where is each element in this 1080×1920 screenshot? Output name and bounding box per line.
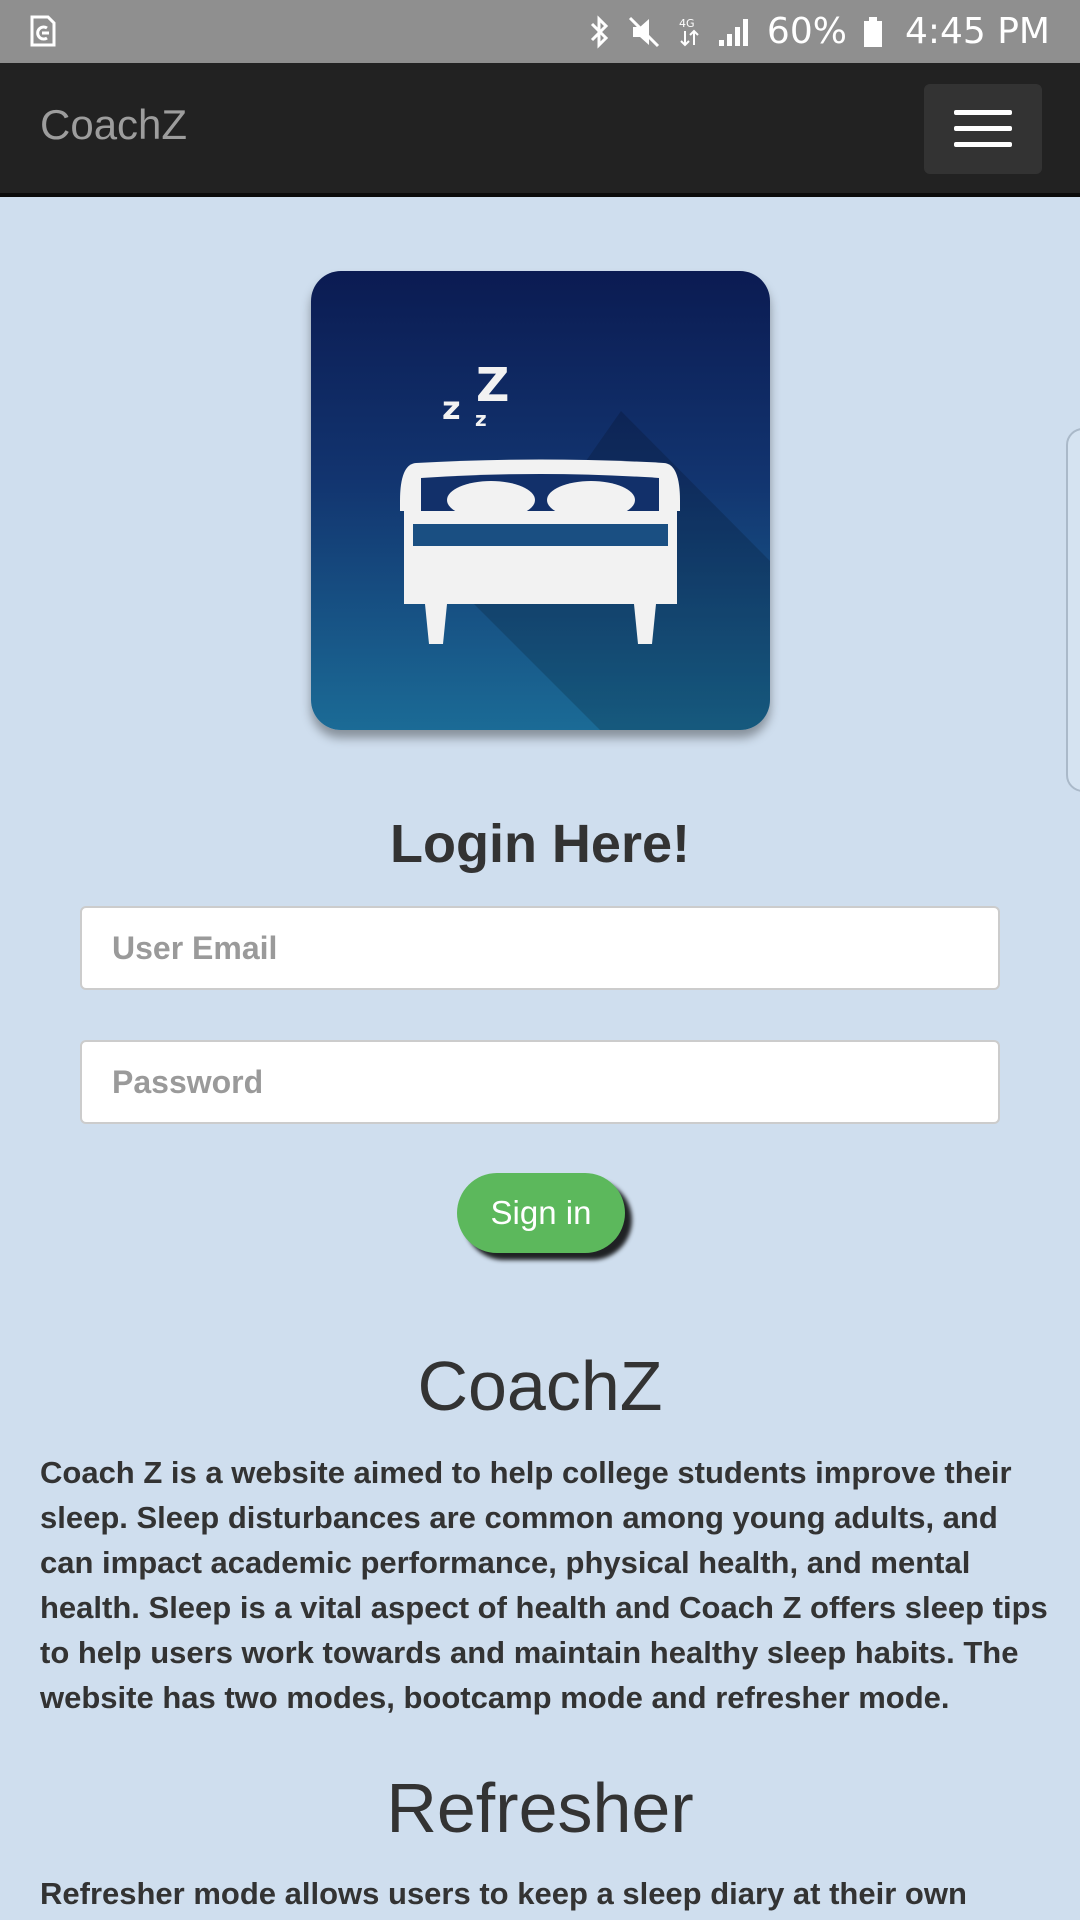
signal-icon	[718, 18, 748, 46]
zzz-small: z	[442, 389, 461, 427]
zzz-large: Z	[476, 358, 509, 412]
login-title: Login Here!	[389, 814, 690, 874]
app-notification-icon	[30, 15, 56, 47]
refresher-heading: Refresher	[386, 1769, 694, 1847]
status-bar: 4G 60% 4:45 PM	[0, 0, 1080, 63]
refresher-text: Refresher mode allows users to keep a sl…	[40, 1876, 967, 1911]
about-heading: CoachZ	[417, 1347, 663, 1425]
about-text: Coach Z is a website aimed to help colle…	[40, 1455, 1048, 1715]
bluetooth-icon	[590, 14, 609, 49]
sleeping-bed-icon: z z Z	[400, 358, 770, 730]
user-email-input[interactable]	[80, 906, 1000, 990]
top-navbar: CoachZ	[0, 63, 1080, 197]
battery-percentage: 60%	[766, 11, 847, 52]
network-type-label: 4G	[679, 17, 695, 30]
clock: 4:45 PM	[904, 11, 1050, 52]
app-logo: z z Z	[311, 271, 770, 730]
battery-icon	[863, 16, 882, 47]
brand-link[interactable]: CoachZ	[40, 99, 187, 151]
password-input[interactable]	[80, 1040, 1000, 1124]
menu-toggle-button[interactable]	[924, 84, 1042, 174]
mute-icon	[628, 16, 659, 47]
edge-panel-handle[interactable]	[1066, 428, 1080, 792]
status-icons: 4G 60% 4:45 PM	[589, 0, 1050, 63]
sign-in-button[interactable]: Sign in	[457, 1173, 625, 1253]
data-icon: 4G	[679, 17, 699, 46]
